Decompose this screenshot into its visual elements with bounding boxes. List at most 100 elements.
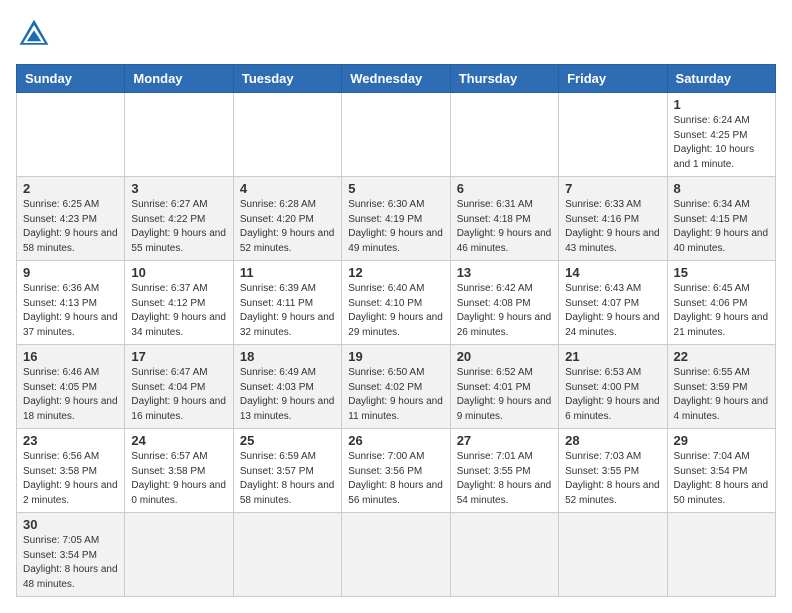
calendar-cell: 2 Sunrise: 6:25 AM Sunset: 4:23 PM Daylig…	[17, 177, 125, 261]
day-info: Sunrise: 6:24 AM Sunset: 4:25 PM Dayligh…	[674, 114, 769, 172]
calendar-cell	[450, 513, 558, 597]
calendar: SundayMondayTuesdayWednesdayThursdayFrid…	[16, 64, 776, 597]
day-number: 29	[674, 433, 769, 448]
day-info: Sunrise: 6:59 AM Sunset: 3:57 PM Dayligh…	[240, 450, 335, 508]
calendar-header-row: SundayMondayTuesdayWednesdayThursdayFrid…	[17, 65, 776, 93]
logo-icon	[16, 16, 52, 52]
calendar-cell: 18 Sunrise: 6:49 AM Sunset: 4:03 PM Dayli…	[233, 345, 341, 429]
calendar-cell	[342, 93, 450, 177]
day-number: 2	[23, 181, 118, 196]
column-header-saturday: Saturday	[667, 65, 775, 93]
calendar-cell: 28 Sunrise: 7:03 AM Sunset: 3:55 PM Dayli…	[559, 429, 667, 513]
calendar-cell	[559, 93, 667, 177]
day-number: 6	[457, 181, 552, 196]
day-info: Sunrise: 6:40 AM Sunset: 4:10 PM Dayligh…	[348, 282, 443, 340]
calendar-cell: 10 Sunrise: 6:37 AM Sunset: 4:12 PM Dayli…	[125, 261, 233, 345]
calendar-week-0: 1 Sunrise: 6:24 AM Sunset: 4:25 PM Daylig…	[17, 93, 776, 177]
day-info: Sunrise: 7:04 AM Sunset: 3:54 PM Dayligh…	[674, 450, 769, 508]
calendar-cell: 17Sunrise: 6:47 AM Sunset: 4:04 PM Dayli…	[125, 345, 233, 429]
calendar-cell: 24 Sunrise: 6:57 AM Sunset: 3:58 PM Dayli…	[125, 429, 233, 513]
column-header-sunday: Sunday	[17, 65, 125, 93]
calendar-cell: 16Sunrise: 6:46 AM Sunset: 4:05 PM Dayli…	[17, 345, 125, 429]
day-info: Sunrise: 6:37 AM Sunset: 4:12 PM Dayligh…	[131, 282, 226, 340]
day-info: Sunrise: 6:57 AM Sunset: 3:58 PM Dayligh…	[131, 450, 226, 508]
day-info: Sunrise: 6:30 AM Sunset: 4:19 PM Dayligh…	[348, 198, 443, 256]
calendar-cell: 8Sunrise: 6:34 AM Sunset: 4:15 PM Daylig…	[667, 177, 775, 261]
day-info: Sunrise: 6:45 AM Sunset: 4:06 PM Dayligh…	[674, 282, 769, 340]
day-info: Sunrise: 6:39 AM Sunset: 4:11 PM Dayligh…	[240, 282, 335, 340]
calendar-cell: 11 Sunrise: 6:39 AM Sunset: 4:11 PM Dayli…	[233, 261, 341, 345]
day-info: Sunrise: 6:28 AM Sunset: 4:20 PM Dayligh…	[240, 198, 335, 256]
calendar-cell: 23Sunrise: 6:56 AM Sunset: 3:58 PM Dayli…	[17, 429, 125, 513]
day-number: 30	[23, 517, 118, 532]
day-number: 14	[565, 265, 660, 280]
calendar-cell	[559, 513, 667, 597]
day-number: 22	[674, 349, 769, 364]
column-header-wednesday: Wednesday	[342, 65, 450, 93]
calendar-cell: 20 Sunrise: 6:52 AM Sunset: 4:01 PM Dayli…	[450, 345, 558, 429]
calendar-cell: 7Sunrise: 6:33 AM Sunset: 4:16 PM Daylig…	[559, 177, 667, 261]
day-number: 15	[674, 265, 769, 280]
day-number: 18	[240, 349, 335, 364]
day-number: 5	[348, 181, 443, 196]
day-number: 4	[240, 181, 335, 196]
day-info: Sunrise: 6:50 AM Sunset: 4:02 PM Dayligh…	[348, 366, 443, 424]
column-header-tuesday: Tuesday	[233, 65, 341, 93]
calendar-cell: 29 Sunrise: 7:04 AM Sunset: 3:54 PM Dayli…	[667, 429, 775, 513]
calendar-cell	[17, 93, 125, 177]
calendar-cell	[667, 513, 775, 597]
day-number: 3	[131, 181, 226, 196]
day-info: Sunrise: 6:55 AM Sunset: 3:59 PM Dayligh…	[674, 366, 769, 424]
day-info: Sunrise: 7:00 AM Sunset: 3:56 PM Dayligh…	[348, 450, 443, 508]
day-info: Sunrise: 7:03 AM Sunset: 3:55 PM Dayligh…	[565, 450, 660, 508]
day-info: Sunrise: 6:49 AM Sunset: 4:03 PM Dayligh…	[240, 366, 335, 424]
calendar-cell	[233, 513, 341, 597]
day-number: 28	[565, 433, 660, 448]
calendar-week-4: 23Sunrise: 6:56 AM Sunset: 3:58 PM Dayli…	[17, 429, 776, 513]
day-number: 24	[131, 433, 226, 448]
day-number: 21	[565, 349, 660, 364]
calendar-cell: 22 Sunrise: 6:55 AM Sunset: 3:59 PM Dayli…	[667, 345, 775, 429]
day-info: Sunrise: 7:01 AM Sunset: 3:55 PM Dayligh…	[457, 450, 552, 508]
calendar-cell: 25 Sunrise: 6:59 AM Sunset: 3:57 PM Dayli…	[233, 429, 341, 513]
day-info: Sunrise: 6:52 AM Sunset: 4:01 PM Dayligh…	[457, 366, 552, 424]
day-info: Sunrise: 6:33 AM Sunset: 4:16 PM Dayligh…	[565, 198, 660, 256]
calendar-week-1: 2 Sunrise: 6:25 AM Sunset: 4:23 PM Daylig…	[17, 177, 776, 261]
day-number: 10	[131, 265, 226, 280]
day-number: 20	[457, 349, 552, 364]
day-info: Sunrise: 6:56 AM Sunset: 3:58 PM Dayligh…	[23, 450, 118, 508]
column-header-thursday: Thursday	[450, 65, 558, 93]
day-number: 27	[457, 433, 552, 448]
calendar-cell	[342, 513, 450, 597]
calendar-cell	[450, 93, 558, 177]
calendar-cell: 15 Sunrise: 6:45 AM Sunset: 4:06 PM Dayli…	[667, 261, 775, 345]
calendar-cell	[233, 93, 341, 177]
logo	[16, 16, 56, 52]
day-info: Sunrise: 6:47 AM Sunset: 4:04 PM Dayligh…	[131, 366, 226, 424]
calendar-week-3: 16Sunrise: 6:46 AM Sunset: 4:05 PM Dayli…	[17, 345, 776, 429]
day-info: Sunrise: 6:25 AM Sunset: 4:23 PM Dayligh…	[23, 198, 118, 256]
day-number: 1	[674, 97, 769, 112]
calendar-cell: 14Sunrise: 6:43 AM Sunset: 4:07 PM Dayli…	[559, 261, 667, 345]
day-number: 26	[348, 433, 443, 448]
calendar-week-5: 30Sunrise: 7:05 AM Sunset: 3:54 PM Dayli…	[17, 513, 776, 597]
calendar-cell: 6 Sunrise: 6:31 AM Sunset: 4:18 PM Daylig…	[450, 177, 558, 261]
calendar-week-2: 9 Sunrise: 6:36 AM Sunset: 4:13 PM Daylig…	[17, 261, 776, 345]
day-info: Sunrise: 6:36 AM Sunset: 4:13 PM Dayligh…	[23, 282, 118, 340]
column-header-friday: Friday	[559, 65, 667, 93]
day-info: Sunrise: 6:31 AM Sunset: 4:18 PM Dayligh…	[457, 198, 552, 256]
column-header-monday: Monday	[125, 65, 233, 93]
day-number: 9	[23, 265, 118, 280]
calendar-cell: 30Sunrise: 7:05 AM Sunset: 3:54 PM Dayli…	[17, 513, 125, 597]
day-number: 19	[348, 349, 443, 364]
calendar-cell: 12 Sunrise: 6:40 AM Sunset: 4:10 PM Dayli…	[342, 261, 450, 345]
calendar-cell	[125, 513, 233, 597]
calendar-cell: 27 Sunrise: 7:01 AM Sunset: 3:55 PM Dayli…	[450, 429, 558, 513]
day-number: 25	[240, 433, 335, 448]
day-number: 11	[240, 265, 335, 280]
day-number: 12	[348, 265, 443, 280]
day-number: 8	[674, 181, 769, 196]
calendar-cell: 5 Sunrise: 6:30 AM Sunset: 4:19 PM Daylig…	[342, 177, 450, 261]
day-info: Sunrise: 6:46 AM Sunset: 4:05 PM Dayligh…	[23, 366, 118, 424]
day-info: Sunrise: 6:42 AM Sunset: 4:08 PM Dayligh…	[457, 282, 552, 340]
